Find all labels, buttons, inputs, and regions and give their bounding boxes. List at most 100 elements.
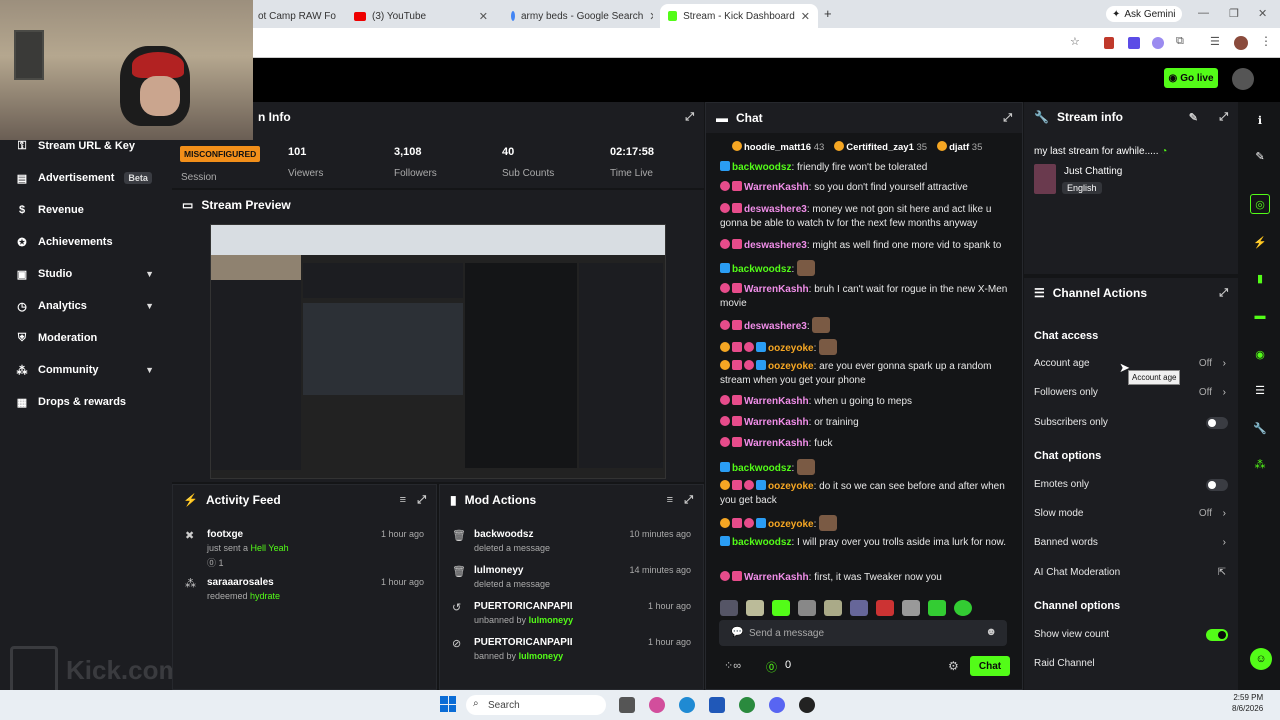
channel-points[interactable]: ⓪ 0 bbox=[766, 659, 791, 675]
user-avatar[interactable] bbox=[1232, 68, 1254, 90]
puzzle-icon[interactable]: ⧉ bbox=[1176, 35, 1184, 48]
mod-action-item[interactable]: ⊘ PUERTORICANPAPII banned by lulmoneyy 1… bbox=[440, 637, 703, 661]
maximize-icon[interactable]: ❐ bbox=[1229, 7, 1239, 20]
expand-icon[interactable]: ⤢ bbox=[417, 494, 426, 507]
chat-username[interactable]: WarrenKashh bbox=[744, 182, 809, 193]
chat-message[interactable]: WarrenKashh: fuck bbox=[720, 437, 1016, 451]
chat-message[interactable]: WarrenKashh: or training bbox=[720, 416, 1016, 430]
close-icon[interactable]: ✕ bbox=[479, 10, 488, 23]
browser-tab-kick[interactable]: Stream - Kick Dashboard ✕ bbox=[660, 4, 818, 28]
copilot-icon[interactable] bbox=[649, 697, 665, 713]
filter-icon[interactable]: ≡ bbox=[400, 494, 406, 506]
setting-account-age[interactable]: Account age Off › bbox=[1034, 358, 1228, 369]
expand-icon[interactable]: ⤢ bbox=[684, 494, 693, 507]
file-explorer-icon[interactable] bbox=[619, 697, 635, 713]
emoji-icon[interactable]: ☻ bbox=[985, 626, 997, 638]
chat-message[interactable]: oozeyoke: bbox=[720, 339, 1016, 356]
chat-username[interactable]: oozeyoke bbox=[768, 519, 814, 530]
chat-message[interactable]: backwoodsz: bbox=[720, 459, 1016, 476]
chat-message[interactable]: oozeyoke: are you ever gonna spark up a … bbox=[720, 360, 1016, 388]
sidebar-item-analytics[interactable]: ◷ Analytics ▼ bbox=[0, 292, 172, 320]
chat-icon[interactable]: ▬ bbox=[1250, 306, 1270, 326]
focus-icon[interactable]: ◎ bbox=[1250, 194, 1270, 214]
support-chat-icon[interactable]: ☺ bbox=[1250, 648, 1272, 670]
chat-message[interactable]: backwoodsz: friendly fire won't be toler… bbox=[720, 161, 1016, 175]
sidebar-item-community[interactable]: ⁂ Community ▼ bbox=[0, 356, 172, 384]
chat-message[interactable]: oozeyoke: bbox=[720, 515, 1016, 532]
chat-message[interactable]: WarrenKashh: first, it was Tweaker now y… bbox=[720, 571, 1016, 585]
chat-username[interactable]: WarrenKashh bbox=[744, 438, 809, 449]
setting-banned-words[interactable]: Banned words › bbox=[1034, 537, 1228, 548]
activity-item[interactable]: ✖ footxge just sent a Hell Yeah ⓪ 1 1 ho… bbox=[173, 529, 436, 569]
setting-emotes-only[interactable]: Emotes only bbox=[1034, 479, 1228, 491]
emote[interactable] bbox=[746, 600, 764, 616]
chat-message[interactable]: deswashere3: might as well find one more… bbox=[720, 239, 1016, 253]
gear-icon[interactable]: ⚙ bbox=[948, 659, 959, 673]
emote[interactable] bbox=[720, 600, 738, 616]
emote[interactable] bbox=[954, 600, 972, 616]
chat-username[interactable]: WarrenKashh bbox=[744, 572, 809, 583]
trash-icon[interactable]: ▮ bbox=[1250, 268, 1270, 288]
stream-category[interactable]: Just Chatting bbox=[1064, 166, 1122, 177]
setting-slow-mode[interactable]: Slow mode Off › bbox=[1034, 508, 1228, 519]
sidebar-item-moderation[interactable]: ⛨ Moderation bbox=[0, 324, 172, 352]
bookmark-star-icon[interactable]: ☆ bbox=[1070, 35, 1080, 48]
chat-message[interactable]: WarrenKashh: so you don't find yourself … bbox=[720, 181, 1016, 195]
store-icon[interactable] bbox=[709, 697, 725, 713]
sidebar-item-advertisement[interactable]: ▤ Advertisement Beta bbox=[0, 164, 172, 192]
chat-message[interactable]: deswashere3: money we not gon sit here a… bbox=[720, 203, 1016, 231]
go-live-button[interactable]: ◉ Go live bbox=[1164, 68, 1218, 88]
expand-icon[interactable]: ⤢ bbox=[1219, 287, 1228, 300]
expand-icon[interactable]: ⤢ bbox=[1219, 111, 1228, 124]
extension-icon[interactable] bbox=[1152, 37, 1164, 49]
top-gifter[interactable]: Certifited_zay1 35 bbox=[834, 141, 927, 153]
chat-username[interactable]: backwoodsz bbox=[732, 537, 791, 548]
community-icon[interactable]: ⁂ bbox=[1250, 454, 1270, 474]
taskbar-search[interactable]: ⌕ Search bbox=[466, 695, 606, 715]
mod-action-item[interactable]: ↺ PUERTORICANPAPII unbanned by lulmoneyy… bbox=[440, 601, 703, 625]
bolt-icon[interactable]: ⚡ bbox=[1250, 232, 1270, 252]
emote[interactable] bbox=[850, 600, 868, 616]
more-menu-icon[interactable]: ⋮ bbox=[1260, 34, 1272, 48]
chat-username[interactable]: backwoodsz bbox=[732, 162, 791, 173]
expand-icon[interactable]: ⤢ bbox=[685, 111, 694, 124]
profile-avatar[interactable] bbox=[1234, 36, 1248, 50]
expand-icon[interactable]: ⤢ bbox=[1003, 112, 1012, 125]
toggle-switch[interactable] bbox=[1206, 417, 1228, 429]
toggle-switch[interactable] bbox=[1206, 479, 1228, 491]
emote[interactable] bbox=[928, 600, 946, 616]
mod-action-item[interactable]: 🗑 lulmoneyy deleted a message 14 minutes… bbox=[440, 565, 703, 589]
filter-icon[interactable]: ≡ bbox=[667, 494, 673, 506]
edge-icon[interactable] bbox=[679, 697, 695, 713]
chat-input[interactable]: 💬 Send a message ☻ bbox=[719, 620, 1007, 646]
sidebar-item-studio[interactable]: ▣ Studio ▼ bbox=[0, 260, 172, 288]
mod-action-item[interactable]: 🗑 backwoodsz deleted a message 10 minute… bbox=[440, 529, 703, 553]
setting-show-view-count[interactable]: Show view count bbox=[1034, 629, 1228, 641]
toggle-switch[interactable] bbox=[1206, 629, 1228, 641]
stream-preview-video[interactable] bbox=[210, 224, 666, 479]
chat-send-button[interactable]: Chat bbox=[970, 656, 1010, 676]
edit-icon[interactable]: ✎ bbox=[1189, 111, 1198, 124]
browser-tab-bootcamp[interactable]: ot Camp RAW Fo ✕ bbox=[250, 4, 342, 28]
chrome-icon[interactable] bbox=[739, 697, 755, 713]
sidebar-item-drops-rewards[interactable]: ▦ Drops & rewards bbox=[0, 388, 172, 416]
chat-message[interactable]: WarrenKashh: bruh I can't wait for rogue… bbox=[720, 283, 1016, 311]
close-icon[interactable]: ✕ bbox=[801, 10, 810, 23]
chat-username[interactable]: deswashere3 bbox=[744, 204, 807, 215]
minimize-icon[interactable]: — bbox=[1198, 7, 1209, 19]
emote[interactable] bbox=[824, 600, 842, 616]
chat-username[interactable]: oozeyoke bbox=[768, 481, 814, 492]
browser-tab-youtube[interactable]: (3) YouTube ✕ bbox=[346, 4, 496, 28]
setting-followers-only[interactable]: Followers only Off › bbox=[1034, 387, 1228, 398]
setting-subscribers-only[interactable]: Subscribers only bbox=[1034, 417, 1228, 429]
windows-start-icon[interactable] bbox=[440, 696, 456, 712]
pencil-icon[interactable]: ✎ bbox=[1250, 146, 1270, 166]
window-close-icon[interactable]: ✕ bbox=[1258, 7, 1267, 20]
emote[interactable] bbox=[902, 600, 920, 616]
setting-ai-chat-moderation[interactable]: AI Chat Moderation ⇱ bbox=[1034, 567, 1228, 578]
chat-username[interactable]: WarrenKashh bbox=[744, 396, 809, 407]
chat-message[interactable]: backwoodsz: I will pray over you trolls … bbox=[720, 536, 1016, 550]
discord-icon[interactable] bbox=[769, 697, 785, 713]
sidebar-item-revenue[interactable]: $ Revenue bbox=[0, 196, 172, 224]
emote[interactable] bbox=[798, 600, 816, 616]
